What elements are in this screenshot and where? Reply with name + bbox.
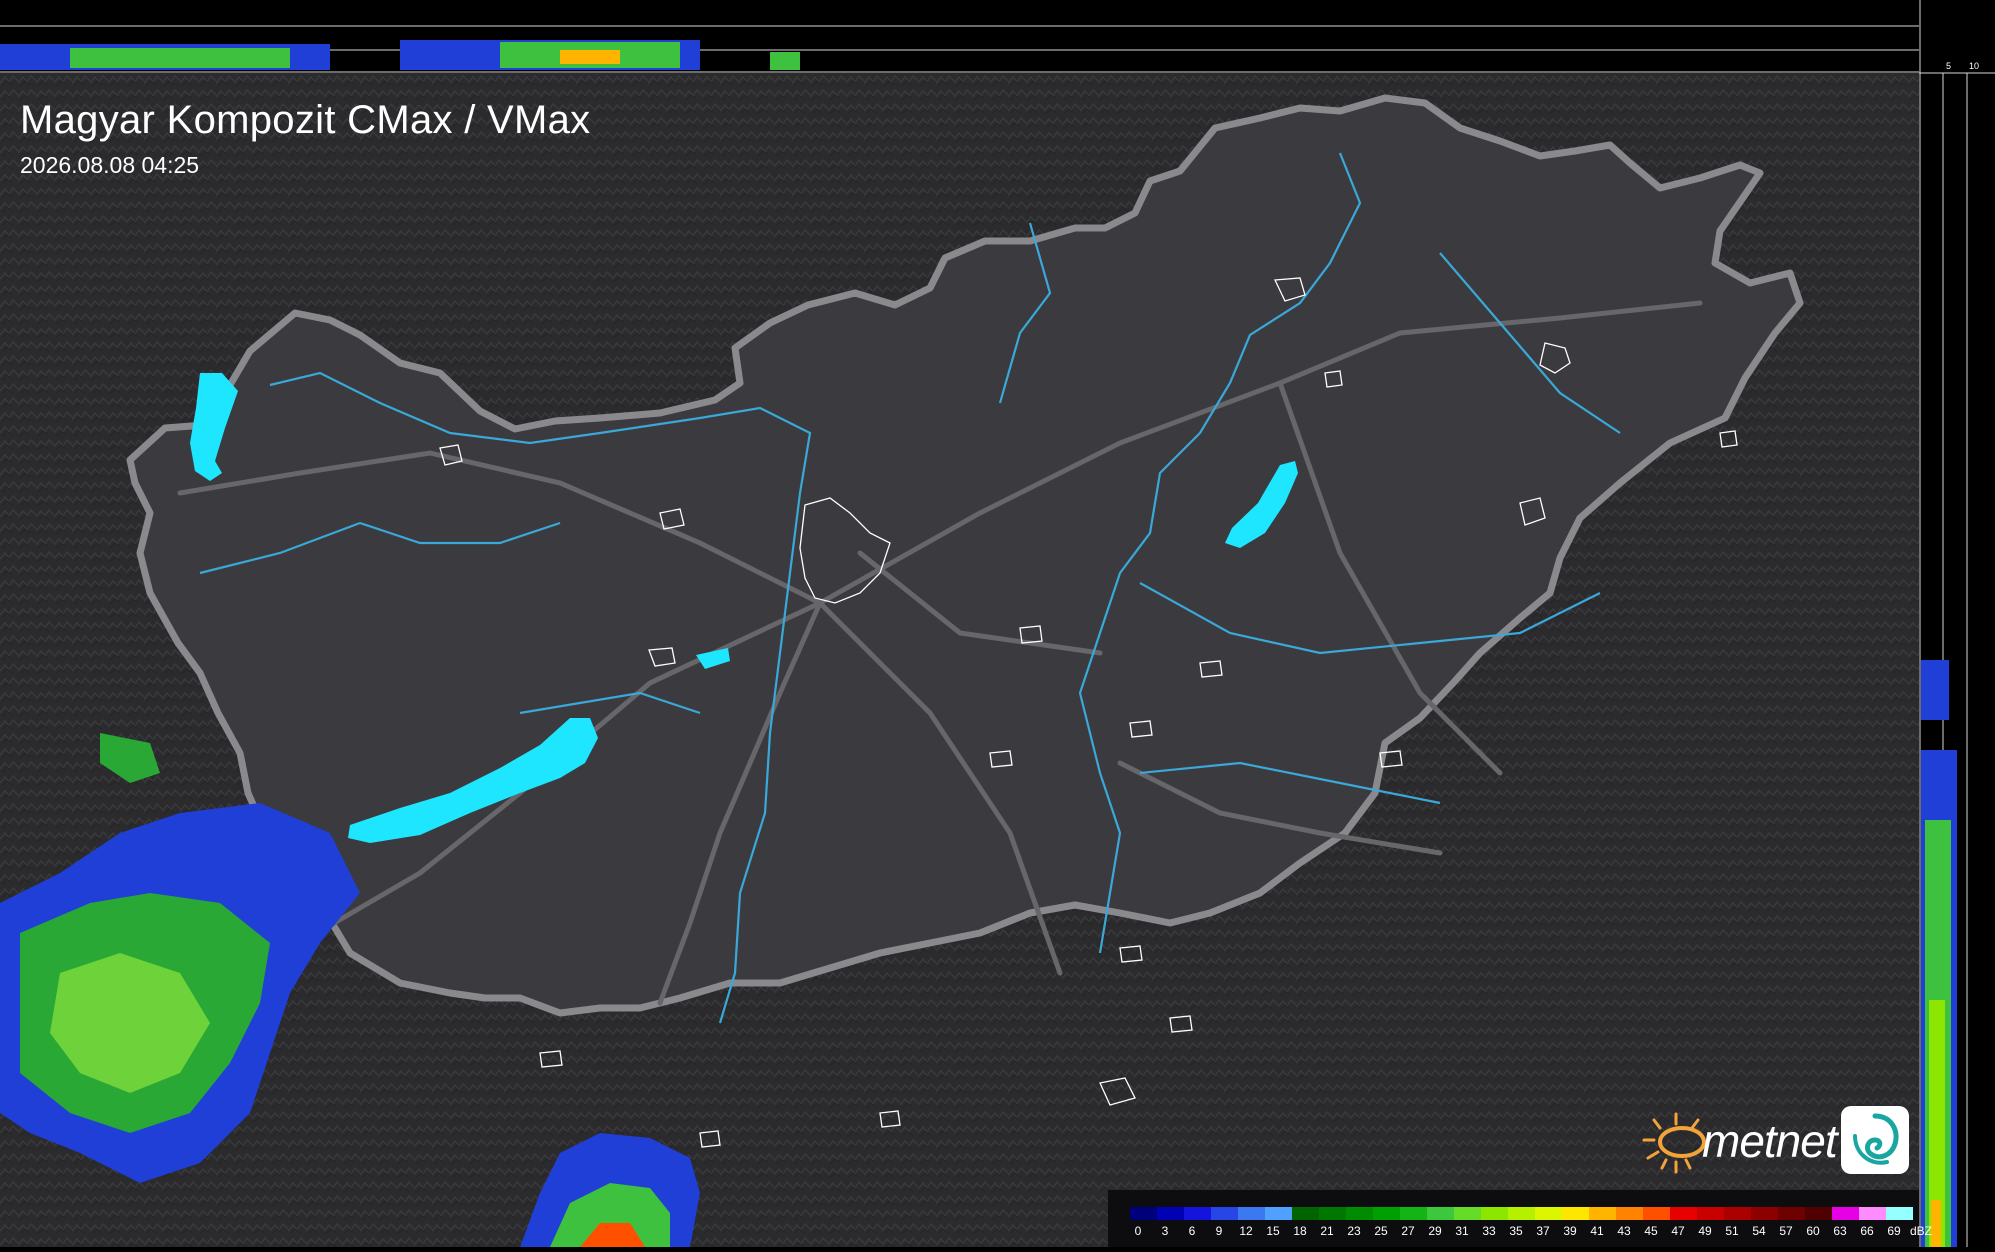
- legend-tick: 23: [1347, 1224, 1361, 1238]
- legend-tick: 54: [1752, 1224, 1766, 1238]
- legend-swatch: [1157, 1207, 1184, 1220]
- radar-map[interactable]: [0, 73, 1919, 1247]
- legend-swatch: [1184, 1207, 1211, 1220]
- side-scale-label-10: 10: [1969, 61, 1980, 71]
- legend-swatch: [1886, 1207, 1913, 1220]
- legend-tick: 25: [1374, 1224, 1388, 1238]
- side-cross-section-graphic: [1919, 0, 1995, 1247]
- legend-tick: 27: [1401, 1224, 1415, 1238]
- legend-unit: dBZ: [1909, 1224, 1933, 1238]
- legend-swatch: [1589, 1207, 1616, 1220]
- legend-swatch: [1778, 1207, 1805, 1220]
- legend-swatch: [1535, 1207, 1562, 1220]
- legend-swatch: [1427, 1207, 1454, 1220]
- legend-swatch: [1859, 1207, 1886, 1220]
- legend-tick: 15: [1266, 1224, 1280, 1238]
- legend-swatch: [1508, 1207, 1535, 1220]
- legend-swatch: [1562, 1207, 1589, 1220]
- legend-tick: 45: [1644, 1224, 1658, 1238]
- legend-tick: 41: [1590, 1224, 1604, 1238]
- legend-tick: 49: [1698, 1224, 1712, 1238]
- legend-tick: 0: [1134, 1224, 1142, 1238]
- legend-swatch: [1319, 1207, 1346, 1220]
- legend-tick: 6: [1188, 1224, 1196, 1238]
- legend-tick: 29: [1428, 1224, 1442, 1238]
- legend-swatch: [1454, 1207, 1481, 1220]
- legend-tick: 66: [1860, 1224, 1874, 1238]
- dbz-legend: 0 3 6 9 12 15 18 21 23 25 27 29 31 33 35 37 39 41 43 45 47 49…: [1108, 1190, 1932, 1247]
- map-base-layer: [0, 73, 1919, 1247]
- legend-color-bar: [1130, 1207, 1913, 1220]
- legend-swatch: [1643, 1207, 1670, 1220]
- legend-swatch: [1751, 1207, 1778, 1220]
- legend-tick: 3: [1161, 1224, 1169, 1238]
- brand-name: metnet: [1702, 1115, 1838, 1167]
- top-cross-section: 10 5: [0, 0, 1934, 73]
- legend-tick: 35: [1509, 1224, 1523, 1238]
- legend-swatch: [1805, 1207, 1832, 1220]
- legend-swatch: [1400, 1207, 1427, 1220]
- legend-swatch: [1346, 1207, 1373, 1220]
- legend-swatch: [1832, 1207, 1859, 1220]
- legend-swatch: [1265, 1207, 1292, 1220]
- legend-swatch: [1616, 1207, 1643, 1220]
- side-scale-label-5: 5: [1946, 61, 1952, 71]
- side-cross-section: 5 10: [1919, 0, 1995, 1247]
- legend-swatch: [1211, 1207, 1238, 1220]
- legend-swatch: [1292, 1207, 1319, 1220]
- legend-tick: 57: [1779, 1224, 1793, 1238]
- top-cross-section-graphic: [0, 25, 1919, 73]
- legend-tick: 37: [1536, 1224, 1550, 1238]
- legend-tick: 43: [1617, 1224, 1631, 1238]
- legend-swatch: [1481, 1207, 1508, 1220]
- legend-tick: 63: [1833, 1224, 1847, 1238]
- map-title: Magyar Kompozit CMax / VMax: [20, 98, 591, 142]
- legend-tick: 21: [1320, 1224, 1334, 1238]
- metnet-logo: metnet: [1636, 1106, 1912, 1180]
- legend-swatch: [1670, 1207, 1697, 1220]
- legend-tick: 60: [1806, 1224, 1820, 1238]
- legend-tick: 9: [1215, 1224, 1223, 1238]
- legend-swatch: [1697, 1207, 1724, 1220]
- legend-tick: 31: [1455, 1224, 1469, 1238]
- legend-tick: 51: [1725, 1224, 1739, 1238]
- legend-swatch: [1130, 1207, 1157, 1220]
- legend-swatch: [1724, 1207, 1751, 1220]
- legend-tick: 18: [1293, 1224, 1307, 1238]
- legend-tick-labels: 0 3 6 9 12 15 18 21 23 25 27 29 31 33 35 37 39 41 43 45 47 49…: [1130, 1224, 1933, 1240]
- legend-tick: 12: [1239, 1224, 1253, 1238]
- legend-tick: 47: [1671, 1224, 1685, 1238]
- swirl-logo-icon: [1841, 1106, 1909, 1174]
- map-timestamp: 2026.08.08 04:25: [20, 152, 200, 178]
- legend-swatch: [1373, 1207, 1400, 1220]
- legend-swatch: [1238, 1207, 1265, 1220]
- legend-tick: 33: [1482, 1224, 1496, 1238]
- legend-tick: 39: [1563, 1224, 1577, 1238]
- legend-tick: 69: [1887, 1224, 1901, 1238]
